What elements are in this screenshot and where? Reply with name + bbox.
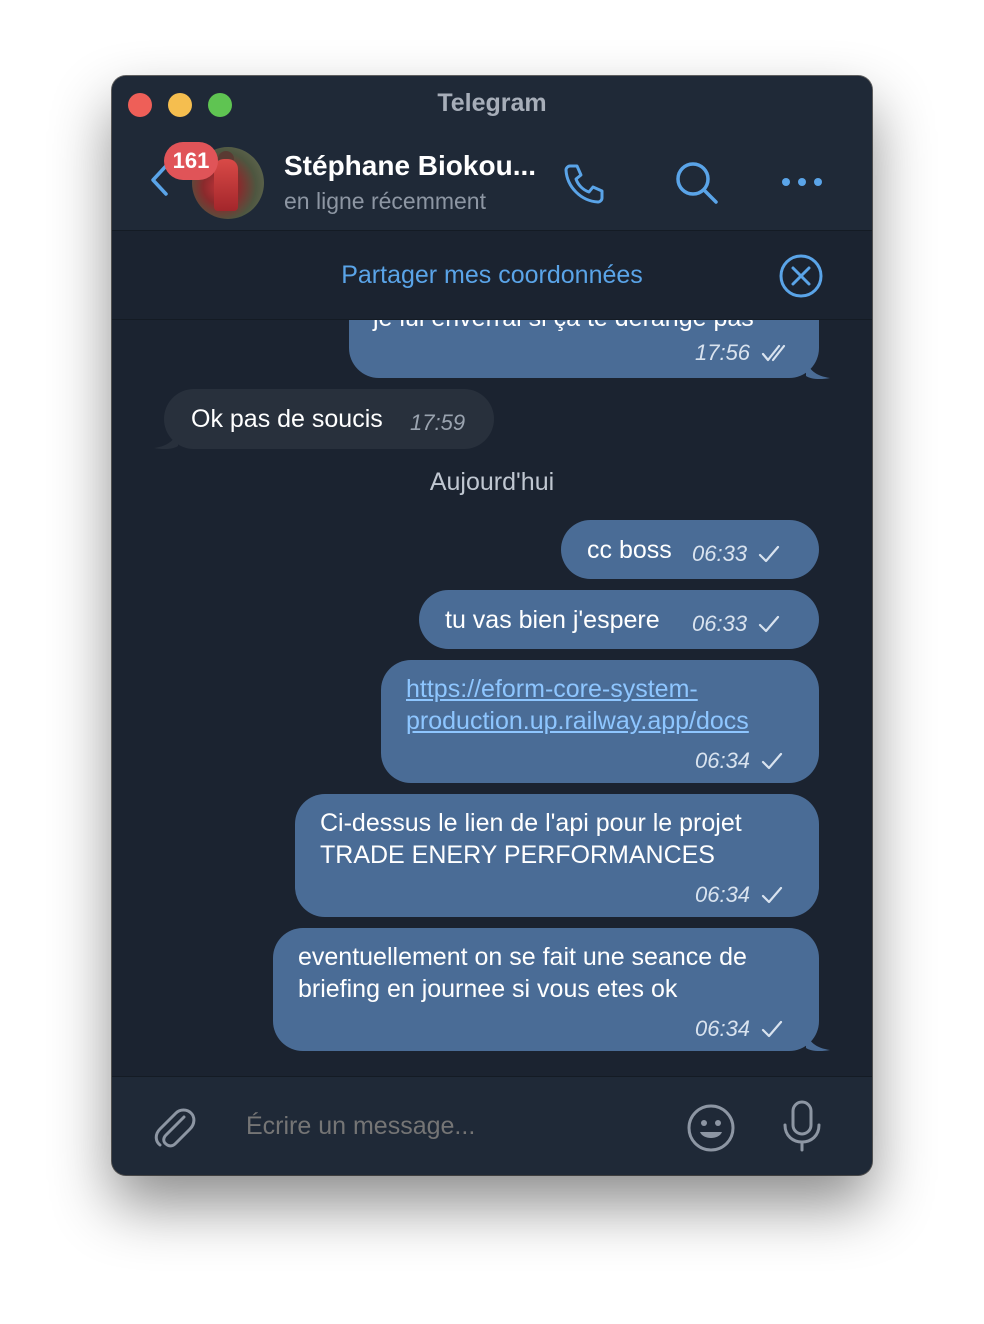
message-text: tu vas bien j'espere xyxy=(445,606,660,634)
mic-icon[interactable] xyxy=(780,1099,824,1153)
message-outgoing[interactable]: je lui enverrai si ça te dérange pas 17:… xyxy=(349,320,819,378)
message-outgoing[interactable]: tu vas bien j'espere 06:33 xyxy=(419,590,819,649)
bubble-tail xyxy=(806,358,830,380)
title-bar: Telegram xyxy=(112,76,872,132)
contact-name[interactable]: Stéphane Biokou... xyxy=(284,150,539,182)
bubble-tail xyxy=(806,1030,830,1052)
message-time: 17:59 xyxy=(410,410,466,435)
message-list[interactable]: je lui enverrai si ça te dérange pas 17:… xyxy=(112,320,872,1076)
telegram-window: Telegram 161 Stéphane Biokou... en ligne… xyxy=(112,76,872,1175)
link-line[interactable]: https://eform-core-system- xyxy=(406,673,749,705)
check-icon xyxy=(761,753,783,770)
message-input[interactable] xyxy=(244,1111,648,1142)
message-text: cc boss xyxy=(587,536,672,564)
contact-status: en ligne récemment xyxy=(284,188,486,214)
more-icon[interactable] xyxy=(780,174,824,190)
message-text: Ok pas de soucis xyxy=(191,405,383,433)
chat-header: 161 Stéphane Biokou... en ligne récemmen… xyxy=(112,132,872,231)
attach-icon[interactable] xyxy=(150,1103,196,1151)
search-icon[interactable] xyxy=(674,160,720,206)
bubble-tail xyxy=(154,428,178,450)
share-contact-button[interactable]: Partager mes coordonnées xyxy=(112,261,872,290)
check-icon xyxy=(758,616,780,633)
message-outgoing[interactable]: https://eform-core-system- production.up… xyxy=(381,660,819,783)
message-outgoing[interactable]: Ci-dessus le lien de l'api pour le proje… xyxy=(295,794,819,917)
message-time: 06:34 xyxy=(694,882,751,907)
message-text: Ci-dessus le lien de l'api pour le proje… xyxy=(320,809,742,837)
message-text: briefing en journee si vous etes ok xyxy=(298,975,678,1003)
message-text: je lui enverrai si ça te dérange pas xyxy=(373,320,754,334)
double-check-icon xyxy=(761,345,786,362)
message-outgoing[interactable]: eventuellement on se fait une seance de … xyxy=(273,928,819,1051)
share-contact-bar: Partager mes coordonnées xyxy=(112,231,872,320)
close-circle-icon[interactable] xyxy=(778,253,824,299)
message-time: 17:56 xyxy=(694,340,751,365)
message-time: 06:34 xyxy=(694,748,751,773)
link-line[interactable]: production.up.railway.app/docs xyxy=(406,705,749,737)
message-outgoing[interactable]: cc boss 06:33 xyxy=(561,520,819,579)
window-title: Telegram xyxy=(437,89,547,117)
message-composer xyxy=(112,1076,872,1175)
message-link[interactable]: https://eform-core-system- production.up… xyxy=(406,673,749,737)
date-separator: Aujourd'hui xyxy=(429,468,555,496)
check-icon xyxy=(761,887,783,904)
message-time: 06:33 xyxy=(692,541,748,566)
check-icon xyxy=(761,1021,783,1038)
check-icon xyxy=(758,546,780,563)
message-time: 06:33 xyxy=(692,611,748,636)
phone-icon[interactable] xyxy=(560,160,608,208)
emoji-icon[interactable] xyxy=(686,1103,736,1153)
message-text: eventuellement on se fait une seance de xyxy=(298,943,747,971)
message-incoming[interactable]: Ok pas de soucis 17:59 xyxy=(164,389,494,449)
message-text: TRADE ENERY PERFORMANCES xyxy=(320,841,715,869)
unread-badge: 161 xyxy=(164,142,218,180)
message-time: 06:34 xyxy=(694,1016,751,1041)
